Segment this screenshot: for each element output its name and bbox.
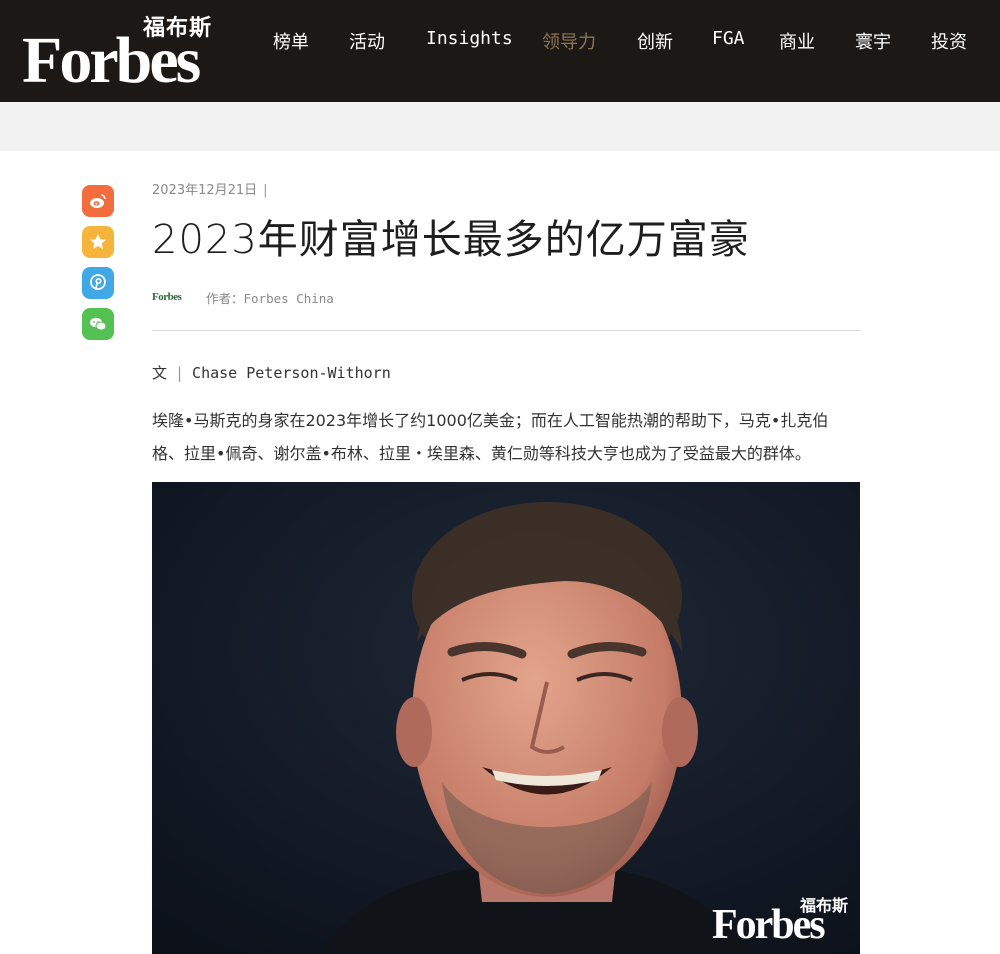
share-pin-button[interactable] — [82, 267, 114, 299]
article: 2023年12月21日 | 2023年财富增长最多的亿万富豪 Forbes 作者：… — [152, 180, 860, 470]
share-toolbar — [82, 185, 114, 349]
star-icon — [90, 234, 106, 249]
nav-item-investing[interactable]: 投资 — [931, 28, 967, 54]
share-weibo-button[interactable] — [82, 185, 114, 217]
watermark-english-text: Forbes — [712, 902, 826, 948]
share-favorite-button[interactable] — [82, 226, 114, 258]
logo-english-text: Forbes — [22, 24, 201, 97]
byline-separator: | — [175, 364, 185, 382]
article-meta: 2023年12月21日 | — [152, 180, 860, 202]
nav-item-leadership[interactable]: 领导力 — [542, 28, 596, 54]
nav-item-lists[interactable]: 榜单 — [273, 28, 309, 54]
nav-item-world[interactable]: 寰宇 — [855, 28, 891, 54]
publish-date: 2023年12月21日 — [152, 183, 258, 198]
divider — [152, 330, 860, 331]
wechat-icon — [90, 317, 107, 331]
byline-prefix: 文 — [152, 364, 168, 382]
forbes-watermark: 福布斯 Forbes — [712, 892, 852, 952]
nav-item-events[interactable]: 活动 — [349, 28, 385, 54]
author-row: Forbes 作者：Forbes China — [152, 282, 860, 312]
meta-separator: | — [263, 183, 268, 198]
hero-image: 福布斯 Forbes — [152, 482, 860, 954]
nav-item-insights[interactable]: Insights — [426, 28, 513, 49]
nav-item-fga[interactable]: FGA — [712, 28, 745, 49]
author-label[interactable]: 作者：Forbes China — [206, 288, 334, 307]
nav-item-business[interactable]: 商业 — [779, 28, 815, 54]
nav-item-innovation[interactable]: 创新 — [637, 28, 673, 54]
article-title: 2023年财富增长最多的亿万富豪 — [152, 217, 750, 263]
article-summary: 埃隆•马斯克的身家在2023年增长了约1000亿美金；而在人工智能热潮的帮助下，… — [152, 411, 829, 463]
byline-name: Chase Peterson-Withorn — [192, 364, 391, 382]
share-wechat-button[interactable] — [82, 308, 114, 340]
weibo-icon — [90, 194, 106, 208]
forbes-logo[interactable]: 福布斯 Forbes — [22, 8, 222, 94]
ad-band — [0, 102, 1000, 151]
site-header: 福布斯 Forbes 榜单 活动 Insights 领导力 创新 FGA 商业 … — [0, 0, 1000, 102]
author-avatar-logo[interactable]: Forbes — [152, 289, 188, 305]
portrait-illustration — [152, 482, 860, 954]
pinterest-icon — [90, 274, 106, 291]
byline: 文 | Chase Peterson-Withorn — [152, 362, 860, 384]
